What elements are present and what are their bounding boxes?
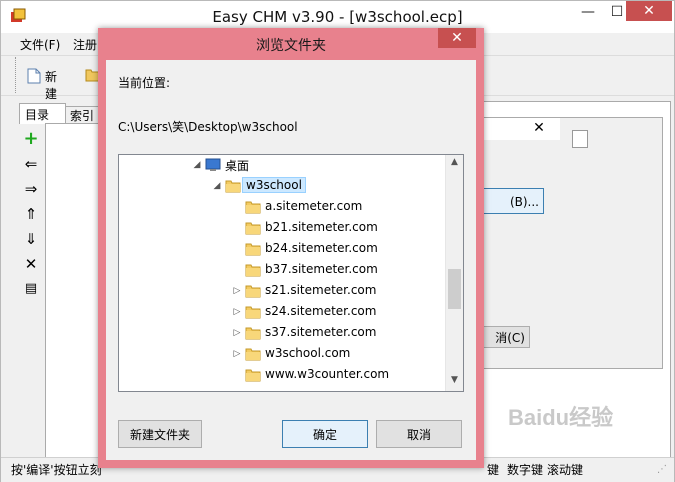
collapsed-arrow-icon[interactable]: ▷	[231, 302, 243, 323]
tree-item[interactable]: ▷ s24.sitemeter.com	[119, 302, 444, 323]
watermark: Baidu经验	[508, 405, 614, 430]
current-path: C:\Users\笑\Desktop\w3school	[118, 120, 298, 134]
scroll-thumb[interactable]	[448, 269, 461, 309]
folder-icon	[245, 348, 261, 361]
tab-contents[interactable]: 目录	[19, 103, 66, 124]
folder-icon	[245, 222, 261, 235]
tree-item-label: a.sitemeter.com	[265, 199, 363, 213]
tree-item[interactable]: www.w3counter.com	[119, 365, 444, 386]
tree-item[interactable]: b37.sitemeter.com	[119, 260, 444, 281]
tree-item-label: b21.sitemeter.com	[265, 220, 378, 234]
tree-item-label: s24.sitemeter.com	[265, 304, 377, 318]
menu-file[interactable]: 文件(F)	[20, 36, 60, 53]
arrow-down-icon[interactable]: ⇓	[23, 231, 39, 247]
folder-icon	[245, 201, 261, 214]
tree-item[interactable]: b21.sitemeter.com	[119, 218, 444, 239]
toolbar-grip	[15, 57, 18, 93]
tree-item[interactable]: ▷ s21.sitemeter.com	[119, 281, 444, 302]
properties-icon[interactable]: ▤	[23, 281, 39, 297]
dialog-body: 当前位置: C:\Users\笑\Desktop\w3school ◢ 桌面 ◢ w3…	[106, 60, 476, 460]
close-button[interactable]: ✕	[626, 1, 672, 21]
tab-contents-label: 目录	[25, 108, 50, 122]
tree-item[interactable]: b24.sitemeter.com	[119, 239, 444, 260]
resize-grip-icon[interactable]: ⋰	[657, 464, 667, 475]
collapsed-arrow-icon[interactable]: ▷	[231, 323, 243, 344]
tab-strip-icon	[572, 130, 588, 148]
tab-index-label: 索引	[70, 109, 95, 123]
tree-item[interactable]: ▷ w3school.com	[119, 344, 444, 365]
folder-icon	[245, 306, 261, 319]
arrow-right-icon[interactable]: ⇒	[23, 181, 39, 197]
tree-item[interactable]: ▷ s37.sitemeter.com	[119, 323, 444, 344]
background-dialog: ✕ (B)... 消(C)	[471, 117, 663, 369]
tree-item-label: b37.sitemeter.com	[265, 262, 378, 276]
tree-scrollbar[interactable]: ▲ ▼	[445, 155, 463, 391]
minimize-button[interactable]: —	[575, 1, 601, 23]
arrow-up-icon[interactable]: ⇑	[23, 206, 39, 222]
expanded-arrow-icon[interactable]: ◢	[191, 155, 203, 176]
tree-item-label: b24.sitemeter.com	[265, 241, 378, 255]
new-button-label: 新建	[45, 70, 58, 101]
status-key: 键	[487, 463, 500, 477]
delete-icon[interactable]: ✕	[23, 256, 39, 272]
ok-button[interactable]: 确定	[282, 420, 368, 448]
tree-item-label: s21.sitemeter.com	[265, 283, 377, 297]
cancel-button[interactable]: 取消	[376, 420, 462, 448]
folder-icon	[245, 264, 261, 277]
left-panel: 目录 索引 + ⇐ ⇒ ⇑ ⇓ ✕ ▤	[13, 101, 109, 459]
folder-icon	[225, 180, 241, 193]
scroll-up-icon[interactable]: ▲	[446, 157, 463, 167]
dialog-close-icon[interactable]: ✕	[438, 28, 476, 48]
folder-icon	[245, 369, 261, 382]
tree-item-label: 桌面	[225, 159, 250, 173]
folder-icon	[245, 327, 261, 340]
scroll-down-icon[interactable]: ▼	[446, 375, 463, 385]
folder-icon	[245, 243, 261, 256]
new-folder-button[interactable]: 新建文件夹	[118, 420, 202, 448]
background-dialog-close-icon[interactable]: ✕	[524, 120, 554, 138]
collapsed-arrow-icon[interactable]: ▷	[231, 281, 243, 302]
expanded-arrow-icon[interactable]: ◢	[211, 176, 223, 197]
folder-icon	[245, 285, 261, 298]
tree-item[interactable]: ◢ w3school	[119, 176, 444, 197]
tree-item-label: w3school	[242, 177, 306, 193]
current-location-label: 当前位置:	[118, 76, 171, 90]
tree-item[interactable]: a.sitemeter.com	[119, 197, 444, 218]
tree-item-label: w3school.com	[265, 346, 351, 360]
arrow-left-icon[interactable]: ⇐	[23, 156, 39, 172]
window-title: Easy CHM v3.90 - [w3school.ecp]	[212, 8, 463, 26]
tree-item-label: s37.sitemeter.com	[265, 325, 377, 339]
add-icon[interactable]: +	[23, 130, 39, 148]
new-document-icon	[27, 68, 41, 84]
desktop-icon	[205, 158, 221, 171]
collapsed-arrow-icon[interactable]: ▷	[231, 344, 243, 365]
tree-item[interactable]: ◢ 桌面	[119, 155, 444, 176]
tree-item-label: www.w3counter.com	[265, 367, 390, 381]
status-scrolllock: 滚动键	[547, 463, 584, 477]
browse-folder-dialog: 浏览文件夹 ✕ 当前位置: C:\Users\笑\Desktop\w3schoo…	[98, 28, 484, 468]
dialog-title: 浏览文件夹	[256, 38, 326, 54]
status-message: 按'编译'按钮立刻	[11, 463, 102, 477]
status-numlock: 数字键	[507, 463, 544, 477]
folder-tree[interactable]: ◢ 桌面 ◢ w3school a.sitemeter.com b21.sitemeter…	[118, 154, 464, 392]
menu-register[interactable]: 注册	[73, 36, 97, 53]
